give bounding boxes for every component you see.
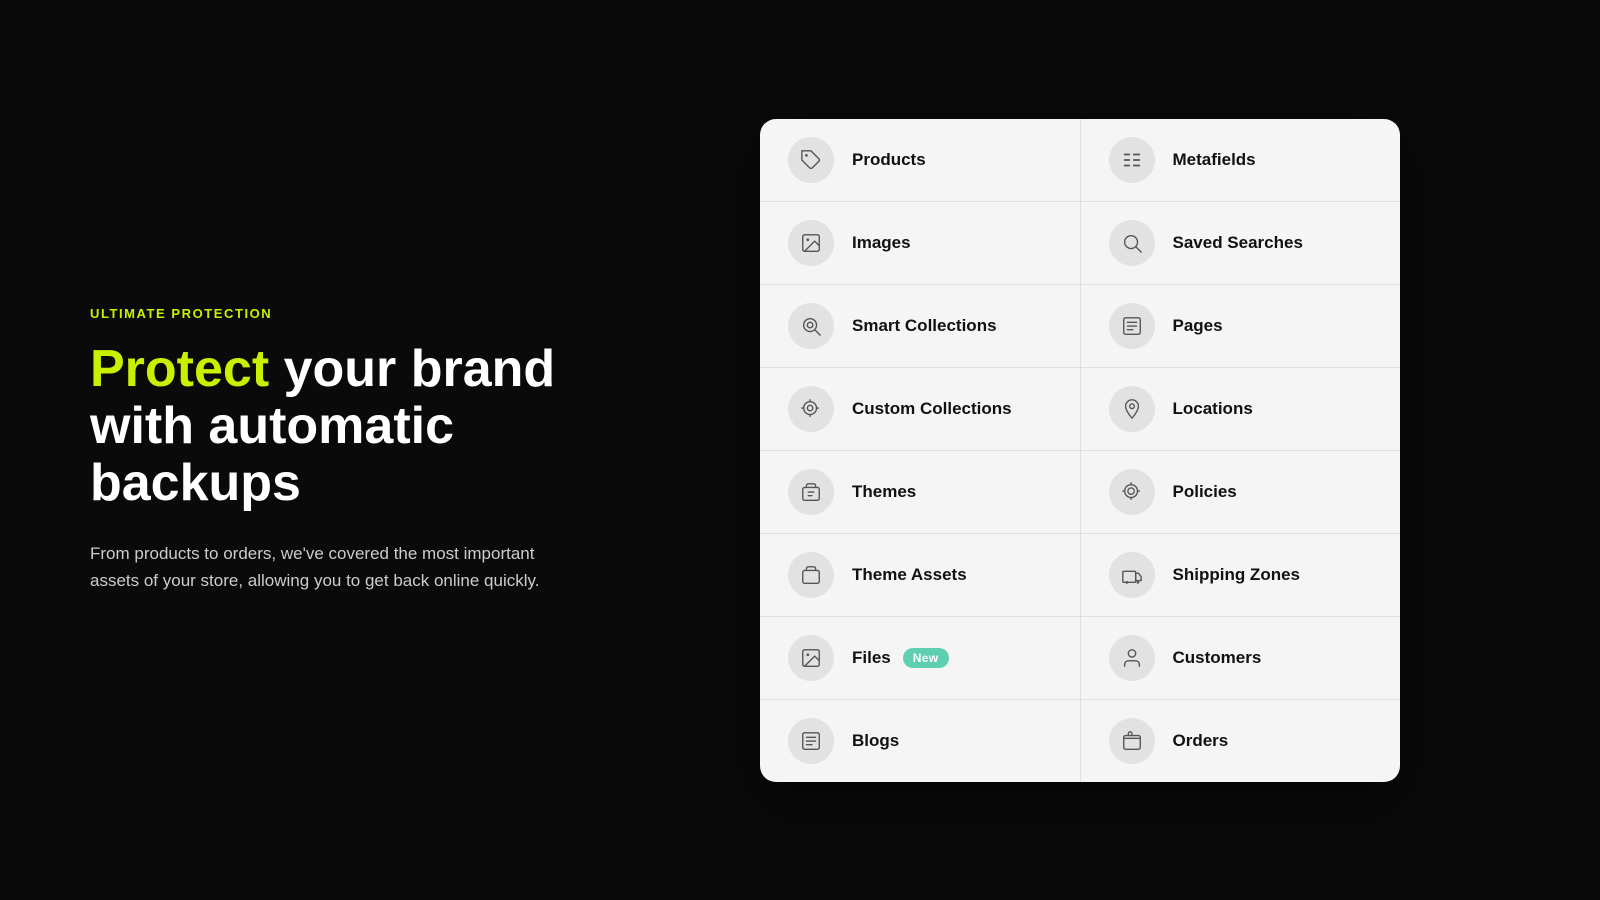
theme-assets-label: Theme Assets: [852, 565, 967, 585]
tag-icon: [800, 149, 822, 171]
orders-icon: [1121, 730, 1143, 752]
feature-grid: Products Metafields Images Save: [760, 119, 1400, 782]
grid-cell-smart-collections[interactable]: Smart Collections: [760, 285, 1081, 367]
themes-icon-circle: [788, 469, 834, 515]
location-icon: [1121, 398, 1143, 420]
grid-cell-images[interactable]: Images: [760, 202, 1081, 284]
themes-label: Themes: [852, 482, 916, 502]
grid-cell-customers[interactable]: Customers: [1081, 617, 1401, 699]
grid-row: Products Metafields: [760, 119, 1400, 202]
custom-collections-label: Custom Collections: [852, 399, 1012, 419]
grid-cell-shipping-zones[interactable]: Shipping Zones: [1081, 534, 1401, 616]
policies-icon: [1121, 481, 1143, 503]
list-details-icon: [1121, 149, 1143, 171]
customer-icon: [1121, 647, 1143, 669]
grid-cell-locations[interactable]: Locations: [1081, 368, 1401, 450]
grid-cell-files[interactable]: Files New: [760, 617, 1081, 699]
images-icon-circle: [788, 220, 834, 266]
products-label: Products: [852, 150, 926, 170]
grid-row: Smart Collections Pages: [760, 285, 1400, 368]
files-icon-circle: [788, 635, 834, 681]
orders-label: Orders: [1173, 731, 1229, 751]
grid-row: Custom Collections Locations: [760, 368, 1400, 451]
right-panel: Products Metafields Images Save: [760, 0, 1400, 900]
shipping-zones-icon-circle: [1109, 552, 1155, 598]
customers-label: Customers: [1173, 648, 1262, 668]
grid-row: Blogs Orders: [760, 700, 1400, 782]
pages-label: Pages: [1173, 316, 1223, 336]
smart-collection-icon: [800, 315, 822, 337]
metafields-icon-circle: [1109, 137, 1155, 183]
headline-highlight: Protect: [90, 340, 269, 398]
grid-cell-policies[interactable]: Policies: [1081, 451, 1401, 533]
shipping-zones-label: Shipping Zones: [1173, 565, 1301, 585]
grid-cell-pages[interactable]: Pages: [1081, 285, 1401, 367]
description: From products to orders, we've covered t…: [90, 540, 570, 594]
shipping-icon: [1121, 564, 1143, 586]
locations-label: Locations: [1173, 399, 1253, 419]
policies-icon-circle: [1109, 469, 1155, 515]
left-panel: ULTIMATE PROTECTION Protect your brandwi…: [0, 0, 760, 900]
files-label: Files: [852, 648, 891, 668]
images-label: Images: [852, 233, 911, 253]
grid-row: Themes Policies: [760, 451, 1400, 534]
blogs-label: Blogs: [852, 731, 899, 751]
files-icon: [800, 647, 822, 669]
saved-searches-label: Saved Searches: [1173, 233, 1303, 253]
custom-collection-icon: [800, 398, 822, 420]
grid-cell-saved-searches[interactable]: Saved Searches: [1081, 202, 1401, 284]
orders-icon-circle: [1109, 718, 1155, 764]
grid-cell-theme-assets[interactable]: Theme Assets: [760, 534, 1081, 616]
grid-cell-custom-collections[interactable]: Custom Collections: [760, 368, 1081, 450]
tagline: ULTIMATE PROTECTION: [90, 306, 670, 321]
saved-searches-icon-circle: [1109, 220, 1155, 266]
policies-label: Policies: [1173, 482, 1237, 502]
grid-cell-blogs[interactable]: Blogs: [760, 700, 1081, 782]
search-icon: [1121, 232, 1143, 254]
locations-icon-circle: [1109, 386, 1155, 432]
grid-cell-metafields[interactable]: Metafields: [1081, 119, 1401, 201]
grid-cell-orders[interactable]: Orders: [1081, 700, 1401, 782]
theme-assets-icon-circle: [788, 552, 834, 598]
headline: Protect your brandwith automatic backups: [90, 341, 670, 513]
grid-cell-products[interactable]: Products: [760, 119, 1081, 201]
smart-collections-icon-circle: [788, 303, 834, 349]
grid-row: Theme Assets Shipping Zones: [760, 534, 1400, 617]
grid-row: Images Saved Searches: [760, 202, 1400, 285]
blogs-icon: [800, 730, 822, 752]
products-icon-circle: [788, 137, 834, 183]
new-badge: New: [903, 648, 949, 668]
custom-collections-icon-circle: [788, 386, 834, 432]
blogs-icon-circle: [788, 718, 834, 764]
grid-cell-themes[interactable]: Themes: [760, 451, 1081, 533]
customers-icon-circle: [1109, 635, 1155, 681]
theme-assets-icon: [800, 564, 822, 586]
pages-icon: [1121, 315, 1143, 337]
themes-icon: [800, 481, 822, 503]
smart-collections-label: Smart Collections: [852, 316, 997, 336]
pages-icon-circle: [1109, 303, 1155, 349]
image-icon: [800, 232, 822, 254]
grid-row: Files New Customers: [760, 617, 1400, 700]
metafields-label: Metafields: [1173, 150, 1256, 170]
